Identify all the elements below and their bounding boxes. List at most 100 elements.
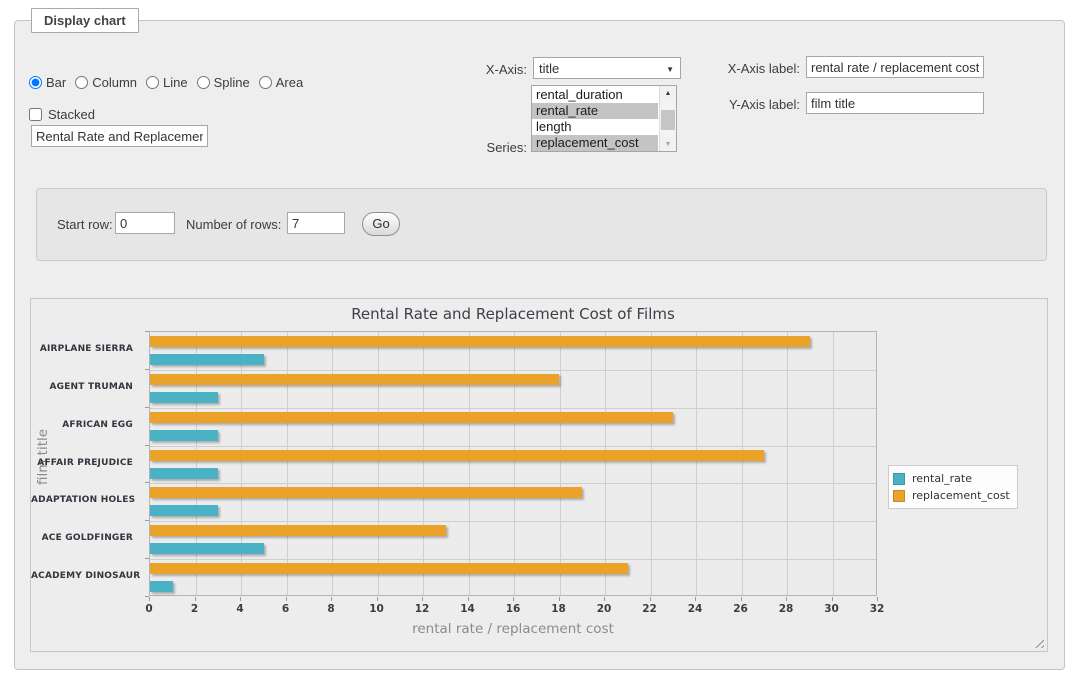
y-tick-mark [145,331,149,332]
x-axis-selected-value: title [539,61,559,76]
scroll-up-icon[interactable]: ▲ [660,86,676,100]
chart-type-option-line[interactable]: Line [146,75,188,90]
start-row-label: Start row: [57,217,113,232]
x-axis-label-text: X-Axis: [435,62,527,77]
start-row-input[interactable] [115,212,175,234]
bar-replacement_cost [150,487,582,498]
x-tick-mark [650,597,651,601]
gridline [150,446,876,447]
gridline [787,332,788,595]
chart-title: Rental Rate and Replacement Cost of Film… [149,305,877,323]
gridline [150,559,876,560]
category-label: ACE GOLDFINGER [31,533,141,543]
x-tick-label: 22 [635,603,665,615]
category-label: AGENT TRUMAN [31,382,141,392]
bar-replacement_cost [150,412,673,423]
go-button[interactable]: Go [362,212,400,236]
stacked-checkbox-row[interactable]: Stacked [29,107,95,122]
x-tick-mark [741,597,742,601]
x-tick-label: 2 [180,603,210,615]
gridline [150,370,876,371]
chart-type-group: Bar Column Line Spline Area [29,75,312,90]
bar-replacement_cost [150,336,810,347]
gridline [241,332,242,595]
chart-type-radio-bar[interactable] [29,76,42,89]
resize-handle-icon[interactable] [1034,638,1044,648]
panel-title: Display chart [31,8,139,33]
category-label: AIRPLANE SIERRA [31,344,141,354]
x-tick-label: 28 [771,603,801,615]
y-tick-mark [145,520,149,521]
x-tick-mark [513,597,514,601]
chart-type-option-bar[interactable]: Bar [29,75,66,90]
number-of-rows-input[interactable] [287,212,345,234]
x-axis-label-field-label: X-Axis label: [705,61,800,76]
series-listbox[interactable]: rental_durationrental_ratelengthreplacem… [531,85,677,152]
x-tick-label: 16 [498,603,528,615]
x-tick-mark [422,597,423,601]
x-axis-label-input[interactable] [806,56,984,78]
chart-plot-area [149,331,877,596]
bar-rental_rate [150,392,218,403]
gridline [332,332,333,595]
gridline [833,332,834,595]
chart-type-option-spline[interactable]: Spline [197,75,250,90]
scrollbar-thumb[interactable] [661,110,675,130]
chart-type-radio-line[interactable] [146,76,159,89]
bar-replacement_cost [150,563,628,574]
y-tick-mark [145,558,149,559]
bar-rental_rate [150,543,264,554]
x-tick-label: 12 [407,603,437,615]
gridline [378,332,379,595]
chart-type-radio-column[interactable] [75,76,88,89]
series-options: rental_durationrental_ratelengthreplacem… [532,87,658,151]
x-tick-label: 6 [271,603,301,615]
stacked-checkbox[interactable] [29,108,42,121]
chart-type-radio-spline[interactable] [197,76,210,89]
gridline [150,521,876,522]
bar-rental_rate [150,581,173,592]
x-tick-mark [377,597,378,601]
y-tick-mark [145,407,149,408]
bar-replacement_cost [150,525,446,536]
scroll-down-icon[interactable]: ▼ [660,137,676,151]
x-tick-label: 24 [680,603,710,615]
gridline [196,332,197,595]
y-axis-label-field-label: Y-Axis label: [705,97,800,112]
x-tick-mark [240,597,241,601]
gridline [742,332,743,595]
x-tick-mark [286,597,287,601]
series-option-rental_duration[interactable]: rental_duration [532,87,658,103]
x-tick-mark [331,597,332,601]
gridline [150,483,876,484]
bar-replacement_cost [150,450,764,461]
legend-entry: replacement_cost [893,487,1010,504]
series-option-replacement_cost[interactable]: replacement_cost [532,135,658,151]
category-label: ACADEMY DINOSAUR [31,571,141,581]
x-tick-label: 32 [862,603,892,615]
legend-label: rental_rate [912,472,972,485]
x-tick-label: 20 [589,603,619,615]
chart-type-option-column[interactable]: Column [75,75,137,90]
x-tick-mark [832,597,833,601]
x-tick-mark [468,597,469,601]
legend-label: replacement_cost [912,489,1010,502]
bar-rental_rate [150,354,264,365]
dropdown-arrow-icon: ▼ [666,65,674,74]
y-tick-mark [145,482,149,483]
y-tick-mark [145,369,149,370]
x-tick-label: 0 [134,603,164,615]
x-tick-mark [604,597,605,601]
chart-type-radio-area[interactable] [259,76,272,89]
series-option-rental_rate[interactable]: rental_rate [532,103,658,119]
category-label: AFFAIR PREJUDICE [31,458,141,468]
x-axis-select[interactable]: title ▼ [533,57,681,79]
chart-title-input[interactable] [31,125,208,147]
display-chart-panel: Display chart BarColumnLineSplineArea St… [14,20,1065,670]
gridline [150,408,876,409]
series-option-length[interactable]: length [532,119,658,135]
chart-type-option-area[interactable]: Area [259,75,303,90]
x-tick-mark [786,597,787,601]
y-axis-label-input[interactable] [806,92,984,114]
listbox-scrollbar[interactable]: ▲ ▼ [659,86,676,151]
